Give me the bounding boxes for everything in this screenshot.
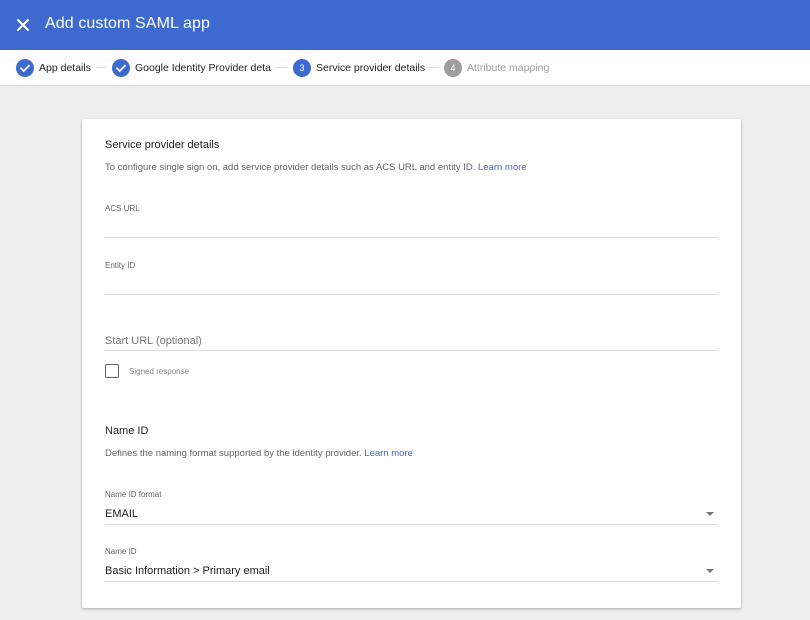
stepper: App details Google Identity Provider det…: [0, 50, 810, 86]
learn-more-link[interactable]: Learn more: [478, 162, 527, 173]
learn-more-link[interactable]: Learn more: [364, 448, 413, 459]
step-attribute-mapping[interactable]: 4 Attribute mapping: [444, 58, 549, 78]
check-icon: [16, 59, 34, 77]
check-icon: [112, 59, 130, 77]
step-label: Google Identity Provider details: [135, 62, 271, 74]
name-id-format-label: Name ID format: [105, 490, 162, 499]
description-text: To configure single sign on, add service…: [105, 162, 476, 173]
name-id-format-underline: [105, 524, 718, 525]
name-id-format-select[interactable]: EMAIL: [105, 503, 718, 525]
description-text: Defines the naming format supported by t…: [105, 448, 362, 459]
service-provider-card: Service provider details To configure si…: [82, 119, 741, 608]
name-id-format-value: EMAIL: [105, 508, 139, 520]
acs-url-label: ACS URL: [105, 204, 140, 213]
dropdown-arrow-icon: [706, 569, 714, 573]
step-number: 3: [293, 59, 311, 77]
entity-id-input[interactable]: [105, 276, 718, 294]
signed-response-checkbox[interactable]: [105, 364, 119, 378]
step-label: Service provider details: [316, 62, 426, 74]
section-description: To configure single sign on, add service…: [105, 162, 527, 173]
step-divider: [96, 67, 106, 68]
dropdown-arrow-icon: [706, 512, 714, 516]
name-id-underline: [105, 581, 718, 582]
acs-url-underline: [105, 237, 718, 238]
name-id-label: Name ID: [105, 547, 137, 556]
page-title: Add custom SAML app: [45, 15, 210, 32]
name-id-description: Defines the naming format supported by t…: [105, 448, 413, 459]
start-url-input[interactable]: [105, 332, 718, 350]
step-app-details[interactable]: App details: [16, 58, 91, 78]
step-label: App details: [39, 62, 91, 74]
name-id-value: Basic Information > Primary email: [105, 565, 270, 577]
step-divider: [276, 67, 288, 68]
acs-url-input[interactable]: [105, 219, 718, 237]
top-app-bar: Add custom SAML app: [0, 0, 810, 50]
step-number: 4: [444, 59, 462, 77]
step-service-provider-details[interactable]: 3 Service provider details: [293, 58, 425, 78]
start-url-underline: [105, 350, 718, 351]
step-divider: [427, 67, 439, 68]
step-label: Attribute mapping: [467, 62, 550, 74]
name-id-select[interactable]: Basic Information > Primary email: [105, 560, 718, 582]
signed-response-label: Signed response: [129, 367, 190, 376]
close-icon: [17, 19, 29, 31]
section-title: Service provider details: [105, 139, 220, 151]
entity-id-label: Entity ID: [105, 261, 136, 270]
step-google-idp-details[interactable]: Google Identity Provider details: [112, 58, 271, 78]
close-button[interactable]: [12, 14, 34, 36]
name-id-title: Name ID: [105, 425, 149, 437]
entity-id-underline: [105, 294, 718, 295]
